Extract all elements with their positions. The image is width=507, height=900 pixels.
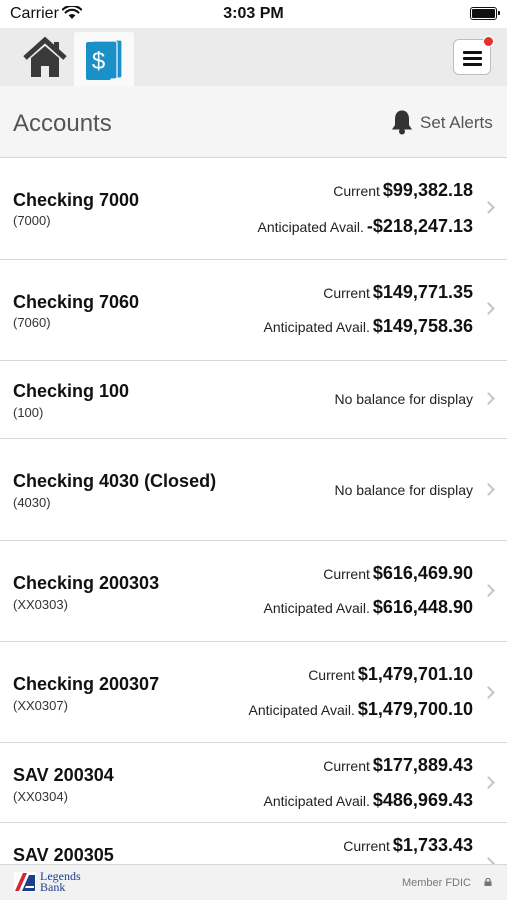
lock-icon — [484, 878, 492, 886]
current-amount: $177,889.43 — [372, 755, 473, 775]
current-amount: $149,771.35 — [372, 282, 473, 302]
no-balance-text: No balance for display — [334, 391, 473, 407]
top-tab-bar: $ — [0, 28, 507, 86]
current-label: Current — [323, 758, 370, 774]
chevron-right-icon — [482, 686, 495, 699]
account-number: (4030) — [13, 495, 51, 510]
account-number: (XX0307) — [13, 698, 68, 713]
account-name: Checking 7060 — [13, 292, 140, 312]
current-balance: Current $1,733.43 — [343, 835, 473, 856]
current-amount: $1,733.43 — [392, 835, 473, 855]
current-label: Current — [333, 183, 380, 199]
account-number: (7000) — [13, 213, 51, 228]
anticipated-label: Anticipated Avail. — [263, 793, 370, 809]
current-label: Current — [308, 667, 355, 683]
anticipated-amount: $616,448.90 — [372, 597, 473, 617]
footer: Legends Bank Member FDIC — [0, 864, 507, 900]
legends-bank-logo — [14, 872, 36, 892]
anticipated-amount: -$218,247.13 — [366, 216, 473, 236]
account-row[interactable]: SAV 200305 Current $1,733.43 — [0, 823, 507, 864]
clock: 3:03 PM — [223, 5, 284, 22]
member-fdic-label: Member FDIC — [401, 877, 471, 889]
chevron-right-icon — [482, 483, 495, 496]
menu-button[interactable] — [453, 36, 494, 75]
battery-icon — [470, 7, 500, 20]
dollar-cards-icon: $ — [86, 39, 123, 80]
account-name: Checking 4030 (Closed) — [13, 471, 217, 491]
page-title: Accounts — [13, 110, 112, 137]
current-amount: $99,382.18 — [382, 180, 473, 200]
account-name: Checking 7000 — [13, 190, 140, 210]
current-balance: Current $99,382.18 — [333, 180, 473, 201]
anticipated-amount: $1,479,700.10 — [357, 699, 473, 719]
account-number: (XX0304) — [13, 789, 68, 804]
chevron-right-icon — [482, 776, 495, 789]
page-header: Accounts Set Alerts — [0, 86, 507, 158]
account-name: SAV 200305 — [13, 845, 114, 864]
brand-line-2: Bank — [40, 880, 66, 894]
tab-home[interactable] — [14, 28, 74, 86]
anticipated-balance: Anticipated Avail. -$218,247.13 — [258, 216, 473, 237]
anticipated-amount: $149,758.36 — [372, 316, 473, 336]
current-balance: Current $177,889.43 — [323, 755, 473, 776]
current-amount: $616,469.90 — [372, 563, 473, 583]
account-row[interactable]: Checking 7000 (7000) Current $99,382.18 A… — [0, 158, 507, 260]
account-name: SAV 200304 — [13, 765, 114, 785]
anticipated-balance: Anticipated Avail. $149,758.36 — [264, 316, 473, 337]
anticipated-amount: $486,969.43 — [372, 790, 473, 810]
chevron-right-icon — [482, 201, 495, 214]
account-row[interactable]: Checking 4030 (Closed) (4030) No balance… — [0, 439, 507, 541]
anticipated-balance: Anticipated Avail. $616,448.90 — [264, 597, 473, 618]
brand-name: Legends Bank — [40, 870, 81, 894]
account-row[interactable]: Checking 200307 (XX0307) Current $1,479,7… — [0, 642, 507, 743]
account-row[interactable]: Checking 200303 (XX0303) Current $616,469… — [0, 541, 507, 642]
account-row[interactable]: SAV 200304 (XX0304) Current $177,889.43 A… — [0, 743, 507, 823]
account-number: (7060) — [13, 315, 51, 330]
account-number: (100) — [13, 405, 44, 420]
account-list: Checking 7000 (7000) Current $99,382.18 A… — [0, 158, 507, 864]
account-number: (XX0303) — [13, 597, 68, 612]
anticipated-balance: Anticipated Avail. $1,479,700.10 — [249, 699, 474, 720]
svg-text:$: $ — [92, 48, 105, 75]
chevron-right-icon — [482, 857, 495, 864]
status-bar: Carrier 3:03 PM — [0, 0, 507, 28]
account-name: Checking 200303 — [13, 573, 160, 593]
notification-badge — [483, 36, 494, 47]
current-balance: Current $616,469.90 — [323, 563, 473, 584]
anticipated-label: Anticipated Avail. — [248, 702, 355, 718]
set-alerts-button[interactable]: Set Alerts — [420, 113, 493, 133]
tab-accounts[interactable]: $ — [74, 32, 134, 86]
anticipated-label: Anticipated Avail. — [257, 219, 364, 235]
chevron-right-icon — [482, 584, 495, 597]
current-balance: Current $149,771.35 — [323, 282, 473, 303]
current-label: Current — [323, 566, 370, 582]
anticipated-label: Anticipated Avail. — [263, 600, 370, 616]
chevron-right-icon — [482, 302, 495, 315]
home-icon — [23, 36, 67, 77]
account-name: Checking 200307 — [13, 674, 160, 694]
anticipated-balance: Anticipated Avail. $486,969.43 — [264, 790, 473, 811]
current-label: Current — [343, 838, 390, 854]
current-label: Current — [323, 285, 370, 301]
account-row[interactable]: Checking 7060 (7060) Current $149,771.35 … — [0, 260, 507, 361]
current-amount: $1,479,701.10 — [357, 664, 473, 684]
account-name: Checking 100 — [13, 381, 130, 401]
chevron-right-icon — [482, 392, 495, 405]
account-row[interactable]: Checking 100 (100) No balance for displa… — [0, 361, 507, 439]
current-balance: Current $1,479,701.10 — [308, 664, 473, 685]
anticipated-label: Anticipated Avail. — [263, 319, 370, 335]
bell-icon[interactable] — [390, 109, 414, 135]
no-balance-text: No balance for display — [334, 482, 473, 498]
